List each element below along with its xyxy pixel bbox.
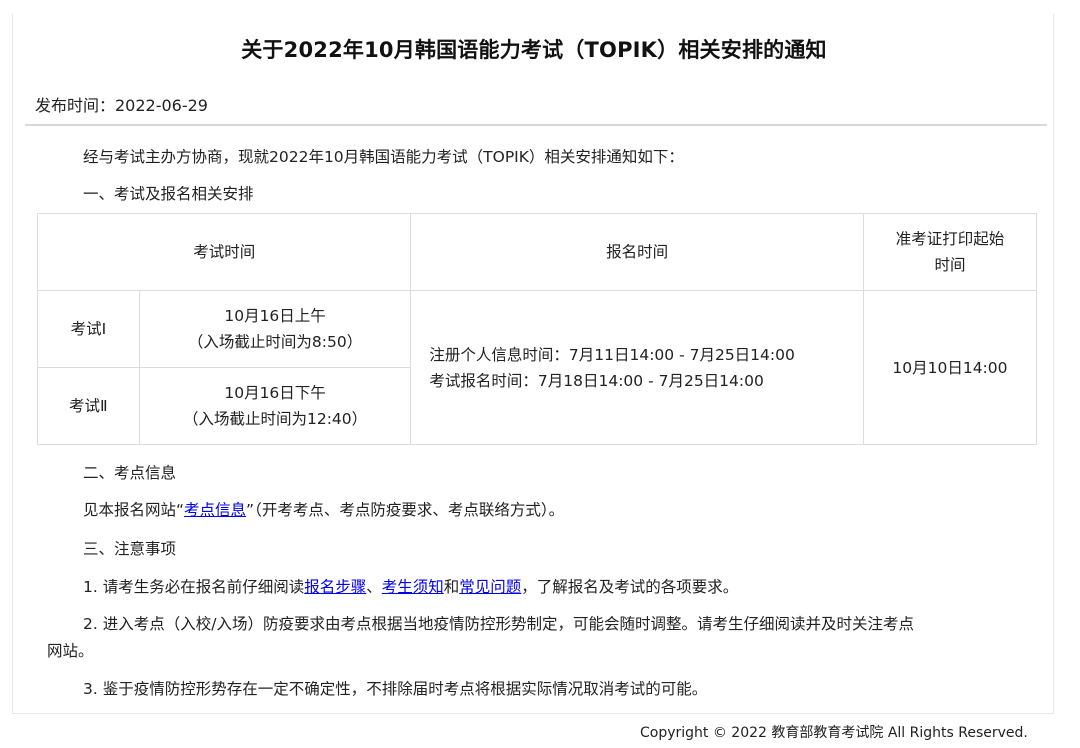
- candidate-notice-link[interactable]: 考生须知: [382, 578, 444, 596]
- header-exam-time: 考试时间: [36, 213, 412, 291]
- admission-print-time: 10月10日14:00: [862, 290, 1038, 445]
- test-center-suffix: ”（开考考点、考点防疫要求、考点联络方式）。: [246, 501, 565, 519]
- section-heading-notes: 三、注意事项: [83, 540, 177, 558]
- header-admission-print-line2: 时间: [934, 256, 966, 274]
- registration-time-cell: 注册个人信息时间：7月11日14:00 - 7月25日14:00 考试报名时间：…: [410, 290, 864, 445]
- table-row: 考试Ⅰ 10月16日上午 （入场截止时间为8:50） 注册个人信息时间：7月11…: [37, 290, 1038, 445]
- section-heading-arrangements: 一、考试及报名相关安排: [83, 185, 254, 203]
- exam-2-time-line1: 10月16日下午: [224, 384, 326, 402]
- registration-profile-time: 注册个人信息时间：7月11日14:00 - 7月25日14:00: [429, 345, 795, 364]
- publish-date: 发布时间：2022-06-29: [35, 96, 208, 115]
- test-center-info-link[interactable]: 考点信息: [184, 501, 246, 519]
- table-header-row: 考试时间 报名时间 准考证打印起始 时间: [36, 213, 1038, 291]
- note-1: 1. 请考生务必在报名前仔细阅读报名步骤、考生须知和常见问题，了解报名及考试的各…: [83, 575, 738, 597]
- intro-paragraph: 经与考试主办方协商，现就2022年10月韩国语能力考试（TOPIK）相关安排通知…: [83, 148, 684, 166]
- exam-1-time-line1: 10月16日上午: [224, 307, 326, 325]
- registration-exam-time: 考试报名时间：7月18日14:00 - 7月25日14:00: [429, 371, 764, 390]
- note-1-separator-2: 和: [443, 578, 460, 596]
- note-2-line-1: 2. 进入考点（入校/入场）防疫要求由考点根据当地疫情防控形势制定，可能会随时调…: [83, 615, 914, 633]
- registration-steps-link[interactable]: 报名步骤: [304, 578, 366, 596]
- note-2-line-2: 网站。: [47, 642, 94, 660]
- note-1-prefix: 1. 请考生务必在报名前仔细阅读: [83, 578, 305, 596]
- header-admission-print-line1: 准考证打印起始: [895, 230, 1005, 248]
- test-center-paragraph: 见本报名网站“考点信息”（开考考点、考点防疫要求、考点联络方式）。: [83, 498, 564, 520]
- section-heading-test-centers: 二、考点信息: [83, 464, 177, 482]
- page-title: 关于2022年10月韩国语能力考试（TOPIK）相关安排的通知: [241, 38, 827, 62]
- note-3: 3. 鉴于疫情防控形势存在一定不确定性，不排除届时考点将根据实际情况取消考试的可…: [83, 680, 708, 698]
- exam-1-time-line2: （入场截止时间为8:50）: [187, 333, 363, 351]
- test-center-prefix: 见本报名网站“: [83, 501, 185, 519]
- footer-copyright: Copyright © 2022 教育部教育考试院 All Rights Res…: [640, 725, 1028, 741]
- exam-2-time: 10月16日下午 （入场截止时间为12:40）: [138, 367, 412, 445]
- note-1-suffix: ，了解报名及考试的各项要求。: [521, 578, 739, 596]
- note-1-separator-1: 、: [366, 578, 382, 596]
- schedule-table: 考试时间 报名时间 准考证打印起始 时间 考试Ⅰ 10月16日上午 （入场截止时…: [36, 213, 1038, 445]
- notice-page: 关于2022年10月韩国语能力考试（TOPIK）相关安排的通知 发布时间：202…: [12, 14, 1054, 714]
- faq-link[interactable]: 常见问题: [459, 578, 521, 596]
- header-registration-time: 报名时间: [410, 213, 864, 291]
- header-admission-print: 准考证打印起始 时间: [862, 213, 1038, 291]
- exam-1-label: 考试Ⅰ: [37, 290, 140, 368]
- exam-2-label: 考试Ⅱ: [37, 367, 140, 445]
- title-divider: [25, 124, 1047, 126]
- exam-1-time: 10月16日上午 （入场截止时间为8:50）: [138, 290, 412, 368]
- exam-2-time-line2: （入场截止时间为12:40）: [182, 410, 368, 428]
